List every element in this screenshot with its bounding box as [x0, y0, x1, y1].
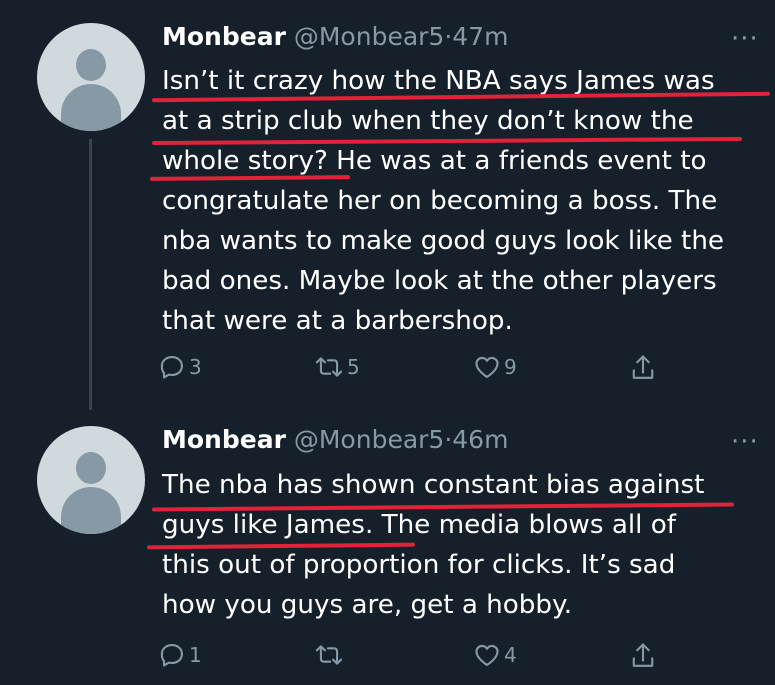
tweet-text: Isn’t it crazy how the NBA says James wa…	[162, 61, 762, 341]
tweet-text-line: how you guys are, get a hobby.	[162, 590, 573, 620]
share-button[interactable]	[629, 353, 657, 383]
reply-count: 1	[189, 643, 202, 667]
display-name[interactable]: Monbear	[162, 22, 286, 51]
more-icon[interactable]: ···	[731, 26, 759, 52]
tweet-text-line: that were at a barbershop.	[162, 306, 513, 336]
avatar-body-shape	[61, 84, 121, 131]
retweet-count: 5	[347, 355, 360, 379]
share-icon	[632, 355, 654, 379]
avatar-body-shape	[61, 487, 121, 534]
display-name[interactable]: Monbear	[162, 425, 286, 454]
tweet-text-line: bad ones. Maybe look at the other player…	[162, 266, 717, 296]
more-icon[interactable]: ···	[731, 429, 759, 455]
timestamp[interactable]: 46m	[452, 425, 508, 454]
user-handle[interactable]: @Monbear5	[294, 22, 444, 51]
reply-button[interactable]: 3	[158, 353, 202, 381]
like-count: 4	[504, 643, 517, 667]
share-icon	[632, 643, 654, 667]
tweet-actions: 3 5 9	[158, 353, 678, 389]
retweet-button[interactable]	[314, 641, 347, 669]
tweet-text-line: guys like James. The media blows all of	[162, 510, 676, 540]
like-button[interactable]: 9	[473, 353, 517, 381]
tweet-text-line: nba wants to make good guys look like th…	[162, 226, 725, 256]
like-button[interactable]: 4	[473, 641, 517, 669]
tweet-header: Monbear @Monbear5·47m	[162, 22, 508, 52]
tweet-header: Monbear @Monbear5·46m	[162, 425, 508, 455]
tweet-text-line: this out of proportion for clicks. It’s …	[162, 550, 676, 580]
reply-count: 3	[189, 355, 202, 379]
like-icon	[475, 356, 499, 378]
reply-icon	[160, 644, 183, 667]
avatar-head-shape	[76, 452, 106, 484]
tweet-text-line: at a strip club when they don’t know the	[162, 106, 694, 136]
user-handle[interactable]: @Monbear5	[294, 425, 444, 454]
avatar-head-shape	[76, 49, 106, 81]
tweet-actions: 1 4	[158, 641, 678, 677]
tweet-text-line: The nba has shown constant bias against	[162, 470, 705, 500]
retweet-icon	[315, 645, 343, 665]
retweet-icon	[315, 357, 343, 377]
like-count: 9	[504, 355, 517, 379]
timestamp[interactable]: 47m	[452, 22, 508, 51]
like-icon	[475, 644, 499, 666]
share-button[interactable]	[629, 641, 657, 671]
reply-icon	[160, 356, 183, 379]
avatar[interactable]	[37, 23, 145, 131]
retweet-button[interactable]: 5	[314, 353, 360, 381]
thread-line	[89, 139, 92, 410]
avatar[interactable]	[37, 426, 145, 534]
tweet-text-line: congratulate her on becoming a boss. The	[162, 186, 718, 216]
reply-button[interactable]: 1	[158, 641, 202, 669]
